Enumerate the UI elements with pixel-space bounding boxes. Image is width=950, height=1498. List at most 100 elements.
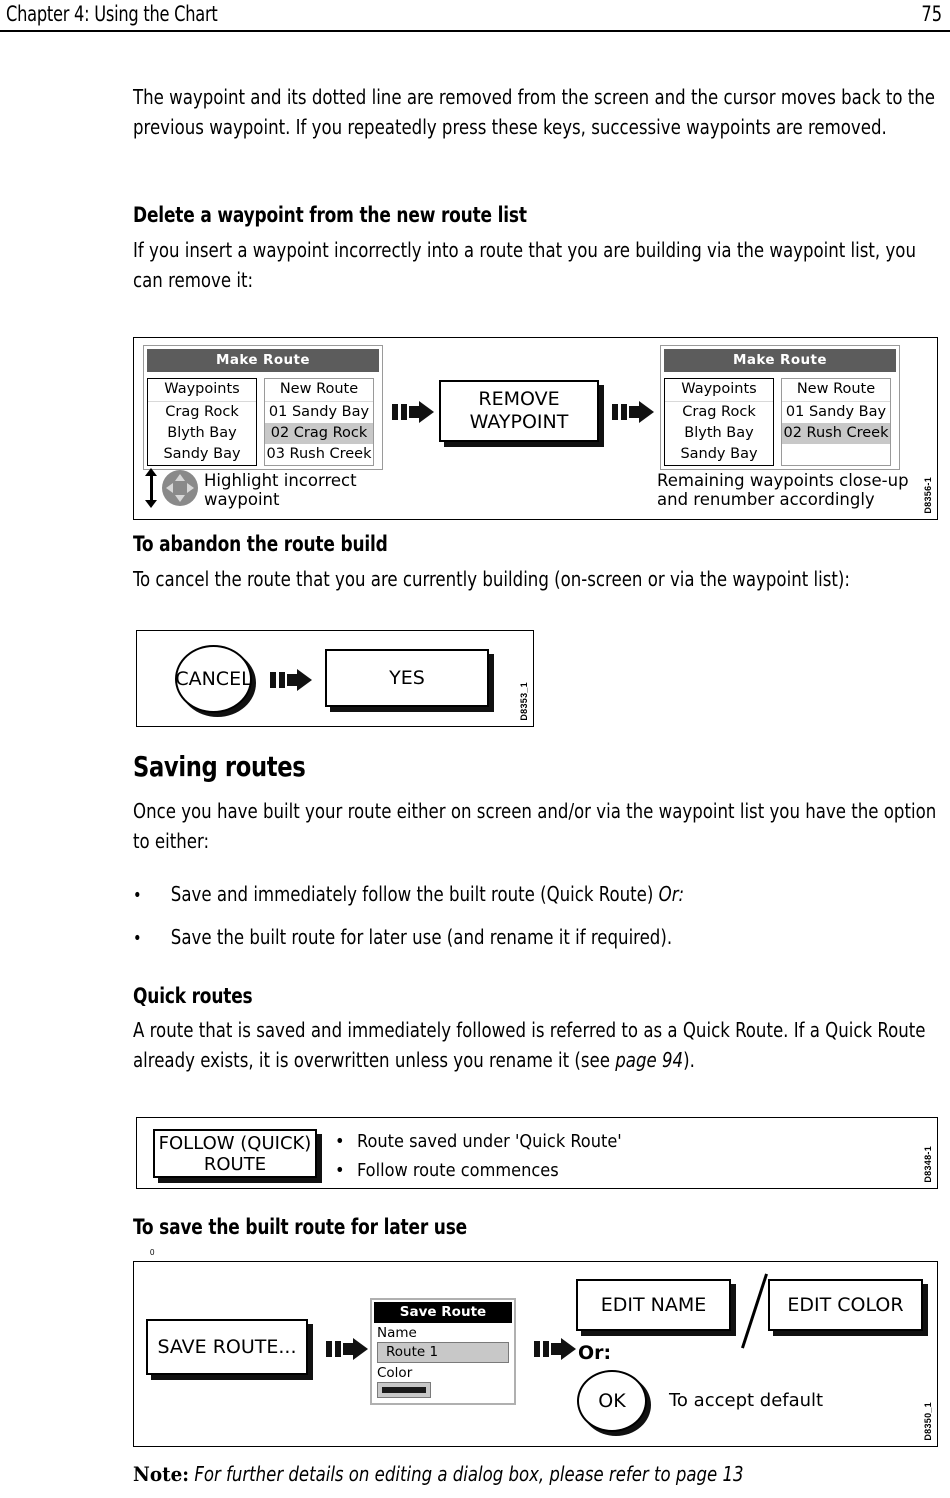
panel-title-before: Make Route: [147, 349, 379, 372]
intro-paragraph: The waypoint and its dotted line are rem…: [133, 85, 941, 139]
paragraph-delete-waypoint: If you insert a waypoint incorrectly int…: [133, 238, 922, 292]
note-label: Note:: [133, 1462, 190, 1486]
waypoints-column-before: Waypoints Crag Rock Blyth Bay Sandy Bay: [147, 378, 257, 466]
press-arrow-icon: [392, 401, 434, 423]
bullet-text: Follow route commences: [357, 1160, 559, 1181]
bullet-marker: •: [133, 885, 142, 906]
figure-cancel-route: CANCEL YES D8353_1: [136, 630, 534, 727]
list-item: • Follow route commences: [335, 1156, 622, 1185]
list-item-empty: [782, 444, 890, 463]
list-item-highlighted[interactable]: 02 Crag Rock: [265, 423, 373, 444]
quick-route-benefits-list: • Route saved under 'Quick Route' • Follow…: [335, 1127, 622, 1185]
or-label: Or:: [578, 1342, 612, 1364]
cancel-button[interactable]: CANCEL: [175, 645, 252, 713]
ok-button[interactable]: OK: [577, 1370, 647, 1432]
yes-label: YES: [389, 666, 425, 689]
edit-name-button[interactable]: EDIT NAME: [576, 1279, 731, 1331]
column-header-new-route: New Route: [265, 379, 373, 402]
caption-highlight-waypoint: Highlight incorrect waypoint: [204, 471, 357, 509]
new-route-column-after: New Route 01 Sandy Bay 02 Rush Creek: [781, 378, 891, 466]
press-arrow-icon: [326, 1338, 368, 1360]
list-item[interactable]: 01 Sandy Bay: [265, 402, 373, 423]
waypoints-column-after: Waypoints Crag Rock Blyth Bay Sandy Bay: [664, 378, 774, 466]
name-input[interactable]: Route 1: [377, 1342, 509, 1363]
remove-waypoint-button[interactable]: REMOVE WAYPOINT: [439, 380, 599, 442]
bullet-marker: •: [335, 1131, 345, 1152]
footer-note: Note: For further details on editing a d…: [133, 1462, 744, 1486]
new-route-column-before: New Route 01 Sandy Bay 02 Crag Rock 03 R…: [264, 378, 374, 466]
column-header-waypoints: Waypoints: [665, 379, 773, 402]
bullet-text: Save and immediately follow the built ro…: [170, 882, 659, 906]
stray-mark: 0: [150, 1248, 155, 1257]
bullet-text: Save the built route for later use (and …: [170, 925, 673, 949]
list-item[interactable]: Crag Rock: [148, 402, 256, 423]
heading-quick-routes: Quick routes: [133, 984, 253, 1008]
list-item[interactable]: 01 Sandy Bay: [782, 402, 890, 423]
name-label: Name: [377, 1325, 417, 1341]
make-route-panel-after: Make Route Waypoints Crag Rock Blyth Bay…: [660, 345, 900, 470]
header-divider: [0, 30, 950, 32]
list-item: • Save the built route for later use (and…: [133, 923, 862, 953]
column-header-waypoints: Waypoints: [148, 379, 256, 402]
edit-color-button[interactable]: EDIT COLOR: [768, 1279, 923, 1331]
list-item[interactable]: Blyth Bay: [665, 423, 773, 444]
color-swatch: [382, 1387, 426, 1393]
page-number: 75: [921, 2, 942, 26]
heading-delete-waypoint: Delete a waypoint from the new route lis…: [133, 203, 527, 227]
make-route-panel-before: Make Route Waypoints Crag Rock Blyth Bay…: [143, 345, 383, 470]
press-arrow-icon: [612, 401, 654, 423]
note-text: For further details on editing a dialog …: [194, 1462, 744, 1486]
edit-color-label: EDIT COLOR: [787, 1293, 904, 1316]
page-reference: page 94: [615, 1048, 684, 1072]
bullet-text: Route saved under 'Quick Route': [357, 1131, 622, 1152]
list-item[interactable]: Sandy Bay: [148, 444, 256, 465]
press-arrow-icon: [270, 669, 312, 691]
save-route-label: SAVE ROUTE...: [157, 1335, 297, 1358]
heading-save-built-route: To save the built route for later use: [133, 1215, 467, 1239]
figure-quick-route: FOLLOW (QUICK) ROUTE • Route saved under …: [136, 1117, 938, 1189]
up-down-arrow-icon: [144, 468, 158, 508]
color-picker[interactable]: [377, 1382, 431, 1398]
figure-code: D8356-1: [923, 477, 933, 514]
save-route-dialog: Save Route Name Route 1 Color: [370, 1298, 516, 1405]
figure-remove-waypoint: Make Route Waypoints Crag Rock Blyth Bay…: [133, 337, 938, 520]
figure-code: D8353_1: [519, 682, 529, 721]
bullet-marker: •: [133, 928, 142, 949]
remove-waypoint-label: REMOVE WAYPOINT: [469, 388, 569, 433]
quick-routes-text-a: A route that is saved and immediately fo…: [133, 1018, 931, 1072]
dpad-icon[interactable]: [162, 470, 198, 506]
figure-save-route: SAVE ROUTE... Save Route Name Route 1 Co…: [133, 1261, 938, 1447]
heading-saving-routes: Saving routes: [133, 750, 306, 783]
paragraph-abandon-route: To cancel the route that you are current…: [133, 567, 850, 591]
color-label: Color: [377, 1365, 413, 1381]
list-item: • Save and immediately follow the built r…: [133, 880, 862, 910]
press-arrow-icon: [534, 1338, 576, 1360]
list-item[interactable]: 03 Rush Creek: [265, 444, 373, 465]
list-item[interactable]: Crag Rock: [665, 402, 773, 423]
bullet-marker: •: [335, 1160, 345, 1181]
list-item-highlighted[interactable]: 02 Rush Creek: [782, 423, 890, 444]
save-route-button[interactable]: SAVE ROUTE...: [146, 1319, 308, 1375]
list-item[interactable]: Blyth Bay: [148, 423, 256, 444]
page-header: Chapter 4: Using the Chart 75: [0, 0, 950, 34]
follow-quick-route-label: FOLLOW (QUICK) ROUTE: [158, 1132, 312, 1175]
quick-routes-text-b: ).: [683, 1048, 695, 1072]
follow-quick-route-button[interactable]: FOLLOW (QUICK) ROUTE: [153, 1129, 317, 1178]
chapter-title: Chapter 4: Using the Chart: [6, 2, 218, 26]
list-item[interactable]: Sandy Bay: [665, 444, 773, 465]
bullet-text-italic: Or:: [658, 882, 685, 906]
paragraph-saving-routes: Once you have built your route either on…: [133, 799, 942, 853]
caption-remaining-waypoints: Remaining waypoints close-up and renumbe…: [657, 471, 909, 509]
yes-button[interactable]: YES: [325, 649, 489, 707]
ok-label: OK: [598, 1390, 626, 1412]
panel-title-after: Make Route: [664, 349, 896, 372]
figure-code: D8348-1: [923, 1146, 933, 1183]
ok-caption: To accept default: [669, 1390, 824, 1411]
list-item: • Route saved under 'Quick Route': [335, 1127, 622, 1156]
column-header-new-route: New Route: [782, 379, 890, 402]
dialog-title: Save Route: [374, 1302, 512, 1323]
cancel-label: CANCEL: [175, 668, 252, 690]
edit-name-label: EDIT NAME: [600, 1293, 707, 1316]
heading-abandon-route: To abandon the route build: [133, 532, 388, 556]
paragraph-quick-routes: A route that is saved and immediately fo…: [133, 1015, 950, 1075]
